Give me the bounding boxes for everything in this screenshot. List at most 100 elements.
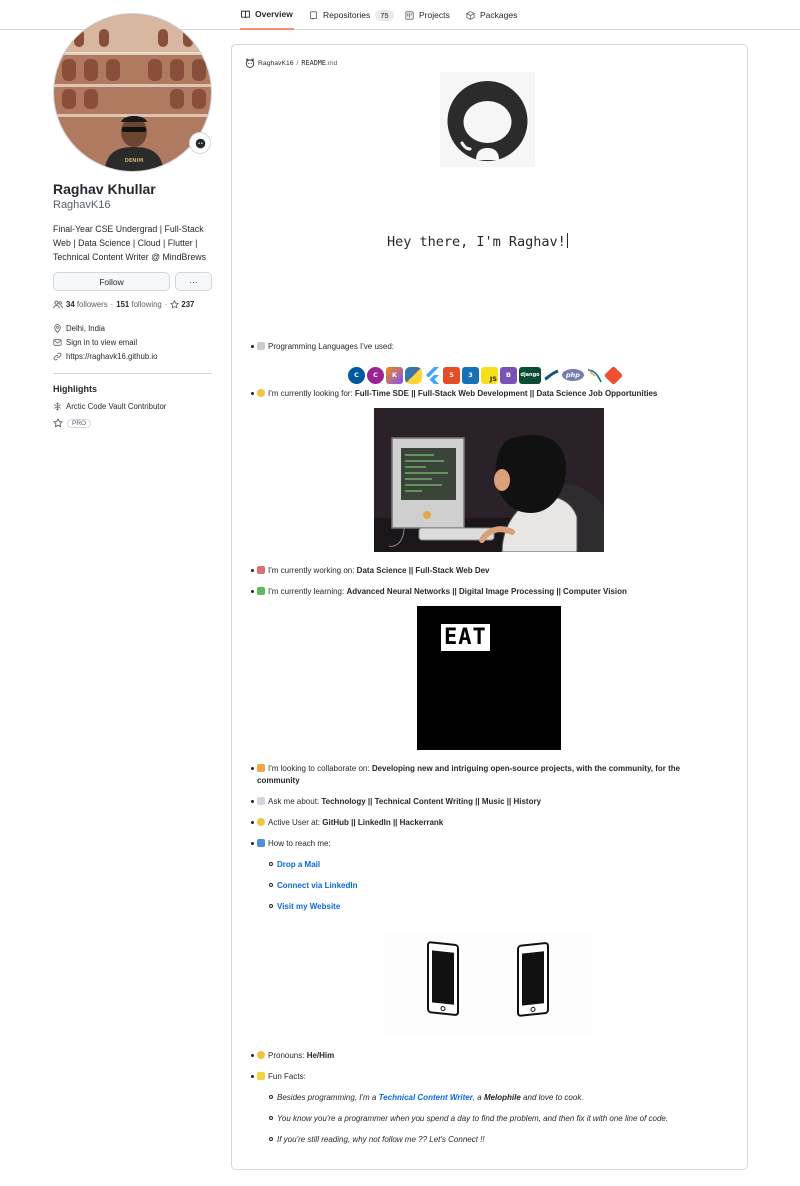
tab-repositories-label: Repositories — [323, 10, 371, 20]
sidebar-divider — [53, 373, 212, 374]
mail-icon — [53, 339, 62, 346]
keyboard-icon — [257, 342, 265, 350]
raised-hands-icon — [257, 389, 265, 397]
profile-email[interactable]: Sign in to view email — [53, 338, 137, 347]
drop-a-mail-link[interactable]: Drop a Mail — [277, 860, 320, 869]
status-badge[interactable] — [189, 132, 211, 154]
programmer-illustration — [374, 408, 604, 552]
git-icon — [603, 365, 624, 385]
pro-badge: PRO — [67, 418, 92, 428]
star-icon — [170, 300, 179, 309]
tab-overview[interactable]: Overview — [240, 0, 294, 30]
list-item-working-on: I'm currently working on: Data Science |… — [251, 565, 490, 576]
list-item-active-user: Active User at: GitHub || LinkedIn || Ha… — [251, 817, 443, 828]
more-options-button[interactable]: ··· — [175, 272, 212, 291]
zap-icon — [257, 1072, 265, 1080]
linkedin-link[interactable]: Connect via LinkedIn — [277, 881, 357, 890]
location-text: Delhi, India — [66, 324, 106, 333]
flutter-icon — [424, 366, 441, 384]
stars-link[interactable]: 237 — [170, 300, 194, 309]
following-count: 151 — [116, 300, 130, 309]
reach-item-linkedin: Connect via LinkedIn — [269, 880, 357, 891]
tab-projects[interactable]: Projects — [405, 0, 450, 30]
coding-illustration-gif — [374, 408, 604, 552]
list-item-languages: Programming Languages I've used: — [251, 341, 394, 352]
django-icon: django — [519, 366, 541, 384]
followers-link[interactable]: 34 followers — [66, 300, 108, 309]
project-icon — [405, 10, 414, 20]
website-link-readme[interactable]: Visit my Website — [277, 902, 340, 911]
followers-count: 34 — [66, 300, 75, 309]
website-link[interactable]: https://raghavk16.github.io — [66, 352, 157, 361]
stats-separator: · — [110, 300, 114, 309]
avatar[interactable]: DENIM — [53, 13, 212, 172]
location-icon — [54, 324, 61, 333]
readme-owner[interactable]: RaghavK16 — [258, 60, 294, 67]
bootstrap-icon: B — [500, 366, 517, 384]
fun-fact-3: If you're still reading, why not follow … — [269, 1134, 485, 1145]
stats-separator: · — [164, 300, 168, 309]
html5-icon: 5 — [443, 366, 460, 384]
tab-projects-label: Projects — [419, 10, 450, 20]
fun-fact-2: You know you're a programmer when you sp… — [269, 1113, 668, 1124]
list-item-ask-me: Ask me about: Technology || Technical Co… — [251, 796, 541, 807]
matplotlib-icon — [543, 366, 560, 384]
list-item-pronouns: Pronouns: He/Him — [251, 1050, 334, 1061]
tab-repositories[interactable]: Repositories 75 — [309, 0, 394, 30]
mysql-icon — [586, 366, 603, 384]
list-item-fun-facts: Fun Facts: — [251, 1071, 306, 1082]
list-item-collaborate-cont: community — [257, 776, 300, 785]
seedling-icon — [257, 587, 265, 595]
profile-full-name: Raghav Khullar — [53, 181, 156, 197]
svg-text:DENIM: DENIM — [125, 158, 144, 164]
language-icons-row: C C K 5 3 JS B django php — [348, 365, 633, 385]
star-icon — [53, 418, 63, 428]
kotlin-icon: K — [386, 366, 403, 384]
highlight-pro[interactable]: PRO — [53, 418, 92, 428]
speech-icon — [257, 797, 265, 805]
profile-username: RaghavK16 — [53, 199, 111, 211]
follow-stats: 34 followers · 151 following · 237 — [53, 300, 194, 309]
phones-animation-gif — [384, 930, 592, 1034]
people-icon — [53, 300, 63, 309]
readme-breadcrumb: RaghavK16 / README.md — [245, 58, 337, 68]
link-icon — [53, 352, 62, 361]
stars-count: 237 — [181, 300, 195, 309]
fun-fact-1: Besides programming, I'm a Technical Con… — [269, 1092, 584, 1103]
technical-content-writer-link[interactable]: Technical Content Writer — [379, 1093, 473, 1102]
readme-file: README.md — [301, 59, 338, 67]
css3-icon: 3 — [462, 366, 479, 384]
list-item-looking-for: I'm currently looking for: Full-Time SDE… — [251, 388, 657, 399]
tab-packages-label: Packages — [480, 10, 518, 20]
followers-label: followers — [76, 300, 108, 309]
tab-overview-label: Overview — [255, 9, 293, 19]
book-icon — [241, 10, 250, 18]
smile-icon — [257, 1051, 265, 1059]
list-item-learning: I'm currently learning: Advanced Neural … — [251, 586, 627, 597]
list-item-collaborate: I'm looking to collaborate on: Developin… — [251, 763, 680, 774]
eat-sleep-code-gif: EAT — [417, 606, 561, 750]
github-octocat-icon — [440, 72, 535, 167]
profile-bio: Final-Year CSE Undergrad | Full-Stack We… — [53, 224, 206, 262]
following-link[interactable]: 151 following — [116, 300, 162, 309]
csharp-icon: C — [367, 366, 384, 384]
github-logo-image — [440, 72, 535, 167]
profile-location: Delhi, India — [53, 324, 105, 333]
highlight-arctic-label: Arctic Code Vault Contributor — [66, 402, 167, 411]
tab-packages[interactable]: Packages — [466, 0, 517, 30]
eat-label: EAT — [441, 624, 490, 651]
package-icon — [466, 10, 475, 20]
snowflake-icon — [53, 402, 62, 411]
follow-button[interactable]: Follow — [53, 272, 170, 291]
phones-illustration — [427, 941, 549, 1017]
reach-item-mail: Drop a Mail — [269, 859, 320, 870]
smiley-cat-icon — [245, 58, 255, 68]
readme-separator: / — [296, 59, 299, 67]
highlights-title: Highlights — [53, 384, 97, 394]
readme-greeting: Hey there, I'm Raghav! — [387, 233, 569, 250]
octocat-icon — [195, 138, 205, 148]
mailbox-icon — [257, 839, 265, 847]
profile-website[interactable]: https://raghavk16.github.io — [53, 352, 157, 361]
email-text[interactable]: Sign in to view email — [66, 338, 137, 347]
highlight-arctic-vault[interactable]: Arctic Code Vault Contributor — [53, 402, 166, 411]
